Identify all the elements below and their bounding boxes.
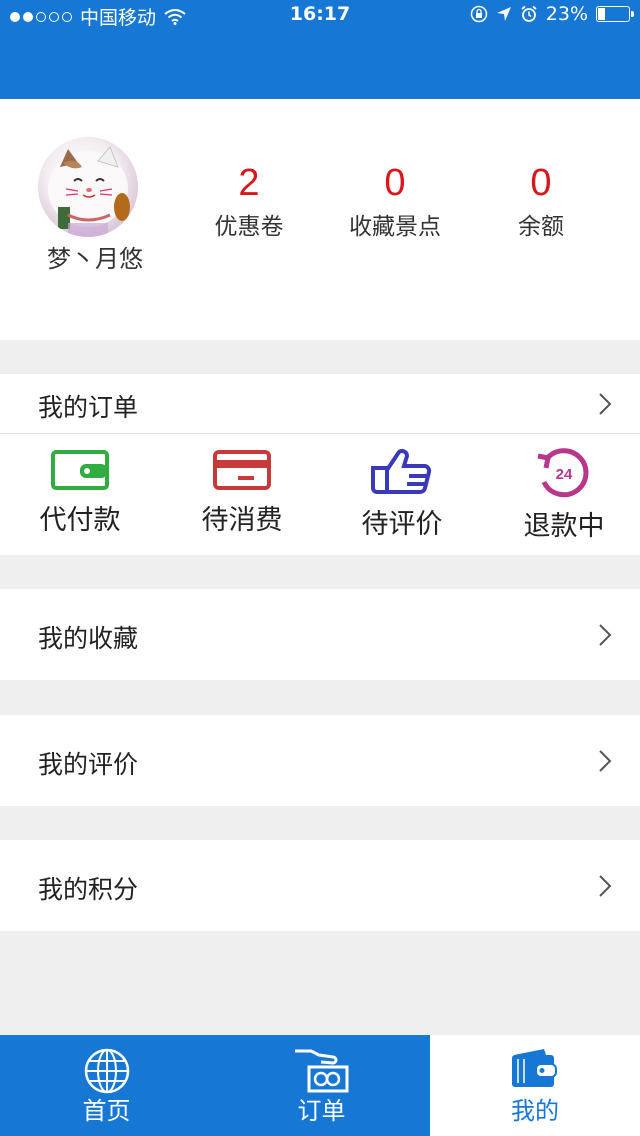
wallet-icon <box>512 1049 557 1087</box>
my-points-label: 我的积分 <box>38 875 139 904</box>
hand-money-icon <box>294 1049 348 1093</box>
tab-label: 我的 <box>511 1097 559 1125</box>
my-points-row[interactable]: 我的积分 <box>0 840 640 931</box>
order-refunding[interactable]: 24 退款中 <box>484 448 640 543</box>
my-favorites-row[interactable]: 我的收藏 <box>0 589 640 680</box>
orientation-lock-icon <box>470 5 488 23</box>
profile-card: 梦丶月悠 2 优惠卷 0 收藏景点 0 余额 <box>0 99 640 340</box>
order-status-label: 代付款 <box>39 505 121 536</box>
bottom-tab-bar: 首页 订单 我的 <box>0 1035 640 1136</box>
stat-label: 优惠卷 <box>214 214 284 240</box>
order-status-label: 退款中 <box>523 511 605 542</box>
order-pending-consumption[interactable]: 待消费 <box>162 448 322 537</box>
username: 梦丶月悠 <box>47 245 143 273</box>
stat-label: 余额 <box>518 214 564 240</box>
profile-screen: 中国移动 16:17 23% 梦丶月悠 2 优惠卷 0 收藏景点 0 余额 我的… <box>0 0 640 1136</box>
chevron-right-icon <box>599 875 612 897</box>
lucky-cat-avatar-image <box>48 146 130 237</box>
battery-percent: 23% <box>545 3 588 25</box>
order-pending-payment[interactable]: 代付款 <box>0 448 160 537</box>
tab-label: 订单 <box>297 1097 346 1125</box>
stat-label: 收藏景点 <box>349 214 441 240</box>
alarm-icon <box>521 5 537 22</box>
tab-label: 首页 <box>82 1097 131 1125</box>
battery-icon <box>596 6 634 22</box>
avatar[interactable] <box>38 137 138 237</box>
thumbs-up-icon <box>371 449 432 494</box>
stat-coupons[interactable]: 2 优惠卷 <box>174 161 324 241</box>
battery-fill <box>598 8 606 20</box>
order-status-bar: 代付款 待消费 待评价 24 退款中 <box>0 433 640 555</box>
stat-value: 0 <box>384 162 406 204</box>
refund-badge-text: 24 <box>556 466 573 483</box>
refund-24-icon: 24 <box>537 448 589 498</box>
stat-balance[interactable]: 0 余额 <box>466 161 616 241</box>
wallet-icon <box>51 450 109 490</box>
my-orders-row[interactable]: 我的订单 <box>0 374 640 433</box>
tab-mine[interactable]: 我的 <box>430 1035 640 1136</box>
chevron-right-icon <box>599 624 612 646</box>
my-reviews-row[interactable]: 我的评价 <box>0 715 640 806</box>
tab-orders[interactable]: 订单 <box>213 1035 430 1136</box>
stat-value: 0 <box>530 162 552 204</box>
stat-favorite-spots[interactable]: 0 收藏景点 <box>320 161 470 241</box>
chevron-right-icon <box>599 750 612 772</box>
my-reviews-label: 我的评价 <box>38 750 139 779</box>
location-arrow-icon <box>496 7 511 21</box>
my-favorites-label: 我的收藏 <box>38 624 139 653</box>
globe-icon <box>84 1048 129 1094</box>
order-status-label: 待消费 <box>201 505 283 536</box>
stat-value: 2 <box>238 162 260 204</box>
order-pending-review[interactable]: 待评价 <box>322 448 482 541</box>
status-bar: 中国移动 16:17 23% <box>0 0 640 30</box>
my-orders-label: 我的订单 <box>38 393 139 422</box>
tab-home[interactable]: 首页 <box>0 1035 213 1136</box>
order-status-label: 待评价 <box>361 509 443 540</box>
chevron-right-icon <box>599 393 612 415</box>
app-header: 中国移动 16:17 23% <box>0 0 640 99</box>
card-icon <box>213 450 271 490</box>
